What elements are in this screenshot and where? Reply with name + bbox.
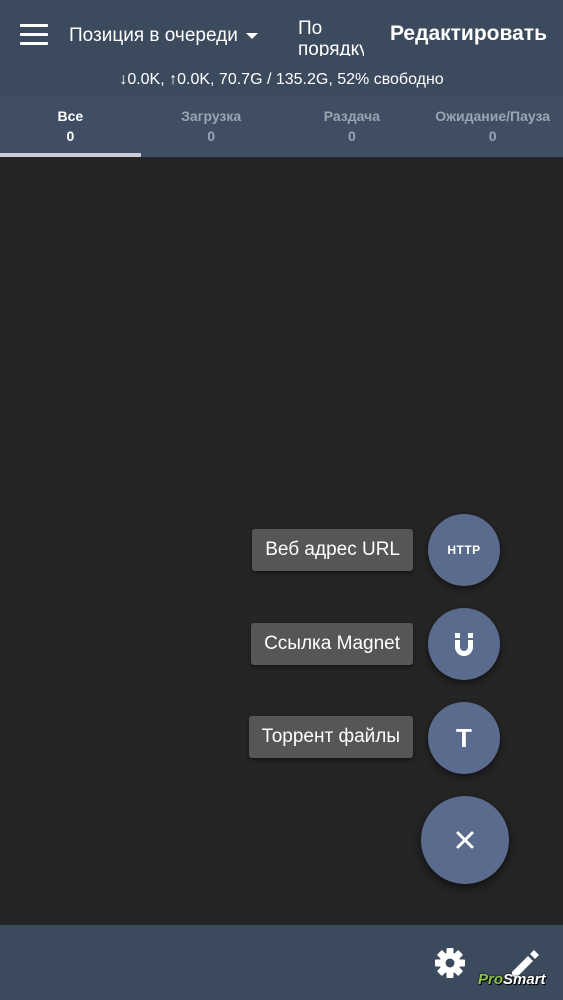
tab-label: Ожидание/Пауза [435,108,551,124]
add-torrent-button[interactable]: T [428,702,500,774]
close-icon [456,831,474,849]
tab-seeding[interactable]: Раздача 0 [282,95,423,157]
sort-dropdown-label: Позиция в очереди [69,25,238,46]
tab-label: Все [57,108,84,124]
watermark-part2: Smart [503,971,546,988]
tab-label: Загрузка [181,108,242,124]
add-url-label[interactable]: Веб адрес URL [252,529,413,571]
tab-count: 0 [207,128,216,144]
tab-queued-paused[interactable]: Ожидание/Пауза 0 [422,95,563,157]
bottom-bar [0,925,563,1000]
tab-count: 0 [347,128,356,144]
app-bar: Позиция в очереди По порядку Редактирова… [0,0,563,95]
http-icon: HTTP [447,543,481,557]
edit-button[interactable]: Редактировать [390,22,547,46]
tab-count: 0 [66,128,75,144]
tab-label: Раздача [323,108,381,124]
sort-order-toggle[interactable]: По порядку [298,18,364,56]
tab-all[interactable]: Все 0 [0,95,141,157]
add-torrent-label[interactable]: Торрент файлы [248,716,413,758]
tab-downloading[interactable]: Загрузка 0 [141,95,282,157]
add-magnet-button[interactable] [428,608,500,680]
transfer-status: ↓0.0K, ↑0.0K, 70.7G / 135.2G, 52% свобод… [119,71,444,88]
sort-dropdown[interactable]: Позиция в очереди [69,24,258,48]
settings-icon[interactable] [432,945,468,981]
magnet-icon [455,633,473,656]
filter-tabs: Все 0 Загрузка 0 Раздача 0 Ожидание/Пауз… [0,95,563,157]
add-magnet-label[interactable]: Ссылка Magnet [251,623,413,665]
tab-count: 0 [488,128,497,144]
close-fab-button[interactable] [421,796,509,884]
torrent-file-icon: T [456,722,472,753]
watermark: ProSmart [478,971,546,988]
menu-icon[interactable] [20,24,48,46]
add-url-button[interactable]: HTTP [428,514,500,586]
watermark-part1: Pro [478,971,504,988]
chevron-down-icon [245,33,258,39]
